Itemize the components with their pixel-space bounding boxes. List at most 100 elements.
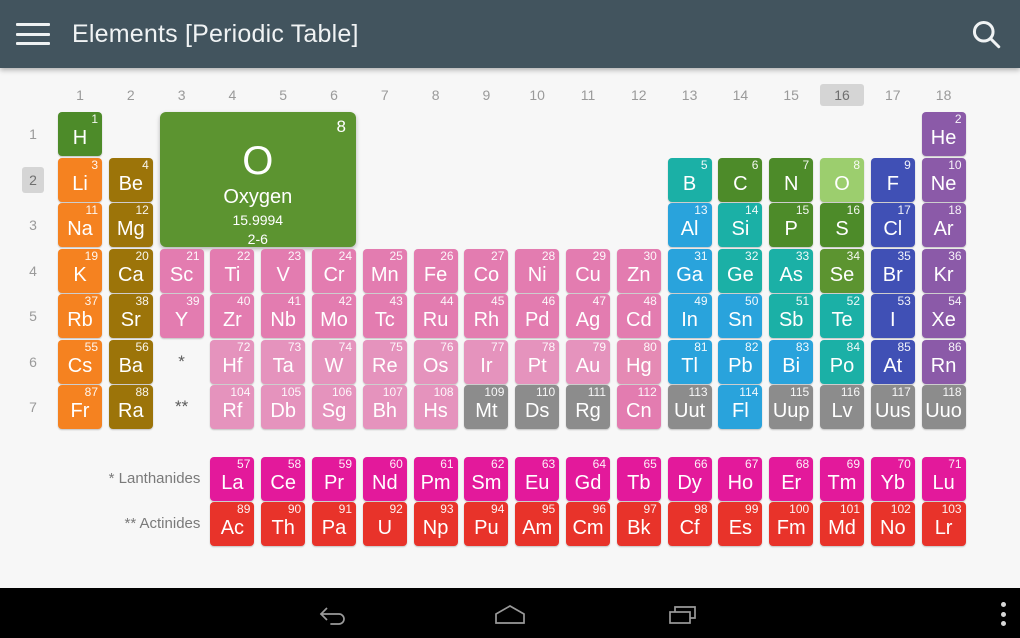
element-cell-S[interactable]: 16 S xyxy=(820,203,864,247)
column-header-3[interactable]: 3 xyxy=(160,84,204,106)
element-cell-Pr[interactable]: 59 Pr xyxy=(312,456,356,501)
column-header-7[interactable]: 7 xyxy=(363,84,407,106)
column-header-11[interactable]: 11 xyxy=(566,84,610,106)
element-cell-N[interactable]: 7N xyxy=(769,157,814,202)
element-cell-Hs[interactable]: 108 Hs xyxy=(413,385,458,429)
row-header-7[interactable]: 7 xyxy=(22,394,44,420)
element-cell-He[interactable]: 2 He xyxy=(921,112,966,156)
element-cell-Sg[interactable]: 106 Sg xyxy=(312,385,356,429)
element-cell-Zr[interactable]: 40 Zr xyxy=(210,294,255,338)
element-cell-Cs[interactable]: 55 Cs xyxy=(58,339,102,384)
element-cell-Fl[interactable]: 114 Fl xyxy=(718,385,763,429)
element-cell-H[interactable]: 1H xyxy=(58,112,102,156)
row-header-3[interactable]: 3 xyxy=(22,212,44,238)
column-header-10[interactable]: 10 xyxy=(515,84,559,106)
column-header-14[interactable]: 14 xyxy=(718,84,762,106)
element-cell-I[interactable]: 53 I xyxy=(870,294,915,338)
element-cell-Ho[interactable]: 67 Ho xyxy=(718,456,763,501)
column-header-4[interactable]: 4 xyxy=(210,84,254,106)
element-cell-Ge[interactable]: 32 Ge xyxy=(718,248,763,293)
element-cell-Si[interactable]: 14 Si xyxy=(718,203,763,247)
element-cell-Ag[interactable]: 47 Ag xyxy=(566,294,610,338)
element-cell-Yb[interactable]: 70 Yb xyxy=(870,456,915,501)
element-cell-Am[interactable]: 95 Am xyxy=(515,502,560,546)
column-header-9[interactable]: 9 xyxy=(464,84,508,106)
column-header-5[interactable]: 5 xyxy=(261,84,305,106)
element-cell-Es[interactable]: 99 Es xyxy=(718,502,763,546)
element-cell-Rb[interactable]: 37 Rb xyxy=(58,294,102,338)
element-cell-In[interactable]: 49 In xyxy=(667,294,712,338)
element-cell-Ar[interactable]: 18 Ar xyxy=(921,203,966,247)
column-header-6[interactable]: 6 xyxy=(312,84,356,106)
element-cell-Te[interactable]: 52 Te xyxy=(820,294,864,338)
element-cell-Pa[interactable]: 91 Pa xyxy=(312,502,356,546)
element-cell-P[interactable]: 15 P xyxy=(769,203,814,247)
search-icon[interactable] xyxy=(968,16,1004,52)
element-cell-Co[interactable]: 27 Co xyxy=(464,248,509,293)
element-cell-Rf[interactable]: 104 Rf xyxy=(210,385,255,429)
element-cell-At[interactable]: 85 At xyxy=(870,339,915,384)
element-cell-Os[interactable]: 76 Os xyxy=(413,339,458,384)
element-cell-Bi[interactable]: 83 Bi xyxy=(769,339,814,384)
element-cell-Br[interactable]: 35 Br xyxy=(870,248,915,293)
element-cell-Tc[interactable]: 43 Tc xyxy=(362,294,407,338)
element-cell-Sn[interactable]: 50 Sn xyxy=(718,294,763,338)
element-cell-Sc[interactable]: 21 Sc xyxy=(159,248,204,293)
element-cell-Cd[interactable]: 48 Cd xyxy=(616,294,661,338)
element-cell-Bk[interactable]: 97 Bk xyxy=(616,502,661,546)
element-cell-Ds[interactable]: 110 Ds xyxy=(515,385,560,429)
element-cell-Sm[interactable]: 62 Sm xyxy=(464,456,509,501)
row-header-2[interactable]: 2 xyxy=(22,166,44,193)
element-cell-Cn[interactable]: 112 Cn xyxy=(616,385,661,429)
element-cell-No[interactable]: 102 No xyxy=(870,502,915,546)
element-cell-Mg[interactable]: 12 Mg xyxy=(108,203,153,247)
element-cell-Kr[interactable]: 36 Kr xyxy=(921,248,966,293)
element-cell-Ac[interactable]: 89 Ac xyxy=(210,502,255,546)
element-cell-Mn[interactable]: 25 Mn xyxy=(362,248,407,293)
element-cell-B[interactable]: 5B xyxy=(667,157,712,202)
element-cell-Al[interactable]: 13 Al xyxy=(667,203,712,247)
element-cell-Fe[interactable]: 26 Fe xyxy=(413,248,458,293)
row-header-4[interactable]: 4 xyxy=(22,258,44,284)
recent-apps-icon[interactable] xyxy=(661,601,705,627)
element-cell-La[interactable]: 57 La xyxy=(210,456,255,501)
element-cell-Tb[interactable]: 65 Tb xyxy=(616,456,661,501)
element-cell-Uup[interactable]: 115 Uup xyxy=(769,385,814,429)
element-cell-Pb[interactable]: 82 Pb xyxy=(718,339,763,384)
element-cell-Ir[interactable]: 77 Ir xyxy=(464,339,509,384)
row-header-5[interactable]: 5 xyxy=(22,303,44,329)
element-cell-Ce[interactable]: 58 Ce xyxy=(261,456,306,501)
element-cell-Db[interactable]: 105 Db xyxy=(261,385,306,429)
element-cell-Cf[interactable]: 98 Cf xyxy=(667,502,712,546)
element-cell-Uuo[interactable]: 118 Uuo xyxy=(921,385,966,429)
element-cell-Tl[interactable]: 81 Tl xyxy=(667,339,712,384)
element-cell-Re[interactable]: 75 Re xyxy=(362,339,407,384)
element-cell-Dy[interactable]: 66 Dy xyxy=(667,456,712,501)
element-cell-Mo[interactable]: 42 Mo xyxy=(312,294,356,338)
element-cell-K[interactable]: 19 K xyxy=(58,248,102,293)
element-cell-As[interactable]: 33 As xyxy=(769,248,814,293)
element-cell-Th[interactable]: 90 Th xyxy=(261,502,306,546)
element-cell-Pt[interactable]: 78 Pt xyxy=(515,339,560,384)
row-header-1[interactable]: 1 xyxy=(22,121,44,147)
element-cell-Uus[interactable]: 117 Uus xyxy=(870,385,915,429)
element-cell-Zn[interactable]: 30 Zn xyxy=(616,248,661,293)
element-cell-Pm[interactable]: 61 Pm xyxy=(413,456,458,501)
column-header-8[interactable]: 8 xyxy=(414,84,458,106)
row-header-6[interactable]: 6 xyxy=(22,349,44,375)
overflow-menu-icon[interactable] xyxy=(1000,602,1006,626)
element-cell-Nd[interactable]: 60 Nd xyxy=(362,456,407,501)
element-cell-F[interactable]: 9F xyxy=(870,157,915,202)
element-cell-Fr[interactable]: 87 Fr xyxy=(58,385,102,429)
element-cell-Rh[interactable]: 45 Rh xyxy=(464,294,509,338)
element-cell-W[interactable]: 74 W xyxy=(312,339,356,384)
element-cell-Pd[interactable]: 46 Pd xyxy=(515,294,560,338)
element-cell-Hg[interactable]: 80 Hg xyxy=(616,339,661,384)
element-cell-Ba[interactable]: 56 Ba xyxy=(108,339,153,384)
element-cell-Be[interactable]: 4 Be xyxy=(108,157,153,202)
element-cell-Se[interactable]: 34 Se xyxy=(820,248,864,293)
back-arrow-icon[interactable] xyxy=(315,601,359,627)
element-cell-Ga[interactable]: 31 Ga xyxy=(667,248,712,293)
element-cell-Cm[interactable]: 96 Cm xyxy=(566,502,610,546)
element-cell-Gd[interactable]: 64 Gd xyxy=(566,456,610,501)
